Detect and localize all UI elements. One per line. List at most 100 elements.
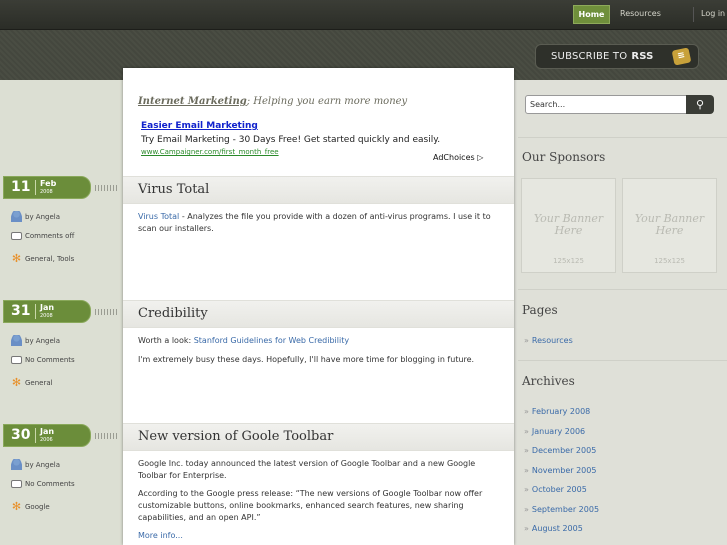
- archive-item[interactable]: » August 2005: [524, 524, 583, 533]
- bullet-icon: »: [524, 407, 529, 416]
- grip-decoration: [95, 185, 117, 191]
- post-text: - Analyzes the file you provide with a d…: [138, 212, 491, 233]
- bullet-icon: »: [524, 446, 529, 455]
- bullet-icon: »: [524, 485, 529, 494]
- ad-text: Try Email Marketing - 30 Days Free! Get …: [141, 135, 441, 145]
- comments-label: No Comments: [25, 356, 75, 364]
- archive-label: January 2006: [531, 427, 586, 436]
- archive-item[interactable]: » February 2008: [524, 407, 590, 416]
- archive-item[interactable]: » November 2005: [524, 466, 596, 475]
- user-icon: [11, 211, 22, 222]
- main-content: Internet Marketing; Helping you earn mor…: [123, 68, 514, 545]
- comment-icon: [11, 480, 22, 488]
- banner-text: Here: [655, 224, 684, 237]
- date-divider: [35, 428, 36, 443]
- comments-label: Comments off: [25, 232, 75, 240]
- post-author: by Angela: [11, 211, 60, 222]
- subscribe-rss-button[interactable]: SUBSCRIBE TO RSS ≡: [535, 44, 699, 69]
- post-link[interactable]: Stanford Guidelines for Web Credibility: [194, 336, 349, 345]
- archives-heading: Archives: [522, 374, 575, 388]
- tag-icon: ✻: [11, 500, 22, 513]
- bullet-icon: »: [524, 524, 529, 533]
- post-header: Virus Total: [123, 176, 514, 204]
- archive-item[interactable]: » December 2005: [524, 446, 596, 455]
- author-label: by Angela: [25, 460, 61, 469]
- ad-title-link[interactable]: Easier Email Marketing: [141, 121, 258, 131]
- post-header: New version of Goole Toolbar: [123, 423, 514, 451]
- date-badge: 11 Feb 2008: [3, 176, 91, 199]
- nav-resources[interactable]: Resources: [620, 9, 661, 18]
- date-badge: 30 Jan 2006: [3, 424, 91, 447]
- date-divider: [35, 304, 36, 319]
- sponsors-heading: Our Sponsors: [522, 150, 606, 164]
- comments-label: No Comments: [25, 480, 75, 488]
- ad-url-link[interactable]: www.Campaigner.com/first_month_free: [141, 148, 279, 156]
- post-body: Virus Total - Analyzes the file you prov…: [138, 211, 498, 241]
- author-label: by Angela: [25, 212, 61, 221]
- archive-label: August 2005: [531, 524, 583, 533]
- top-bar: Home Resources Log in: [0, 0, 727, 30]
- pages-heading: Pages: [522, 303, 558, 317]
- archive-item[interactable]: » October 2005: [524, 485, 587, 494]
- rss-label: SUBSCRIBE TO: [551, 51, 628, 62]
- post-header: Credibility: [123, 300, 514, 328]
- tags-label: General: [25, 378, 53, 387]
- post-body: Worth a look: Stanford Guidelines for We…: [138, 335, 498, 372]
- search-input[interactable]: Search...: [525, 95, 687, 114]
- search-icon: ⚲: [695, 98, 705, 111]
- post-title[interactable]: Virus Total: [138, 182, 209, 197]
- more-info-link[interactable]: More info...: [138, 531, 183, 540]
- banner-text: Here: [554, 224, 583, 237]
- post-comments[interactable]: Comments off: [11, 232, 74, 240]
- post-link[interactable]: Virus Total: [138, 212, 179, 221]
- date-month: Jan: [40, 303, 55, 312]
- post-tags[interactable]: ✻ Google: [11, 501, 50, 512]
- post-comments[interactable]: No Comments: [11, 356, 75, 364]
- date-day: 30: [11, 427, 31, 443]
- comment-icon: [11, 356, 22, 364]
- post-tags[interactable]: ✻ General: [11, 377, 53, 388]
- date-badge: 31 Jan 2008: [3, 300, 91, 323]
- post-tags[interactable]: ✻ General, Tools: [11, 253, 74, 264]
- date-year: 2008: [40, 313, 53, 319]
- date-day: 11: [11, 179, 31, 195]
- site-tagline: Internet Marketing; Helping you earn mor…: [138, 96, 407, 107]
- date-day: 31: [11, 303, 31, 319]
- nav-login[interactable]: Log in: [701, 9, 725, 18]
- archive-label: October 2005: [531, 485, 587, 494]
- sidebar-item-resources[interactable]: » Resources: [524, 336, 573, 345]
- tag-icon: ✻: [11, 376, 22, 389]
- adchoices-link[interactable]: AdChoices ▷: [433, 153, 483, 162]
- post-text: According to the Google press release: “…: [138, 489, 483, 522]
- sidebar-divider: [518, 289, 727, 290]
- bullet-icon: »: [524, 505, 529, 514]
- rss-icon: ≡: [671, 47, 692, 66]
- archive-item[interactable]: » January 2006: [524, 427, 585, 436]
- date-year: 2008: [40, 189, 53, 195]
- post-text: Worth a look:: [138, 336, 194, 345]
- adchoices-icon: ▷: [477, 153, 484, 162]
- post-title[interactable]: New version of Goole Toolbar: [138, 429, 333, 444]
- archive-label: December 2005: [531, 446, 597, 455]
- tag-icon: ✻: [11, 252, 22, 265]
- tags-label: Google: [25, 502, 50, 511]
- archive-item[interactable]: » September 2005: [524, 505, 599, 514]
- tagline-link[interactable]: Internet Marketing: [138, 96, 247, 107]
- comment-icon: [11, 232, 22, 240]
- search-button[interactable]: ⚲: [686, 95, 714, 114]
- date-year: 2006: [40, 437, 53, 443]
- rss-label-strong: RSS: [631, 51, 654, 62]
- nav-home[interactable]: Home: [573, 5, 610, 24]
- post-author: by Angela: [11, 335, 60, 346]
- user-icon: [11, 335, 22, 346]
- post-comments[interactable]: No Comments: [11, 480, 75, 488]
- banner-slot[interactable]: Your Banner Here 125x125: [622, 178, 717, 273]
- post-text: Google Inc. today announced the latest v…: [138, 459, 476, 480]
- sidebar-divider: [518, 360, 727, 361]
- banner-slot[interactable]: Your Banner Here 125x125: [521, 178, 616, 273]
- tags-label: General, Tools: [25, 254, 75, 263]
- sidebar-divider: [518, 137, 727, 138]
- author-label: by Angela: [25, 336, 61, 345]
- post-title[interactable]: Credibility: [138, 306, 208, 321]
- bullet-icon: »: [524, 336, 529, 345]
